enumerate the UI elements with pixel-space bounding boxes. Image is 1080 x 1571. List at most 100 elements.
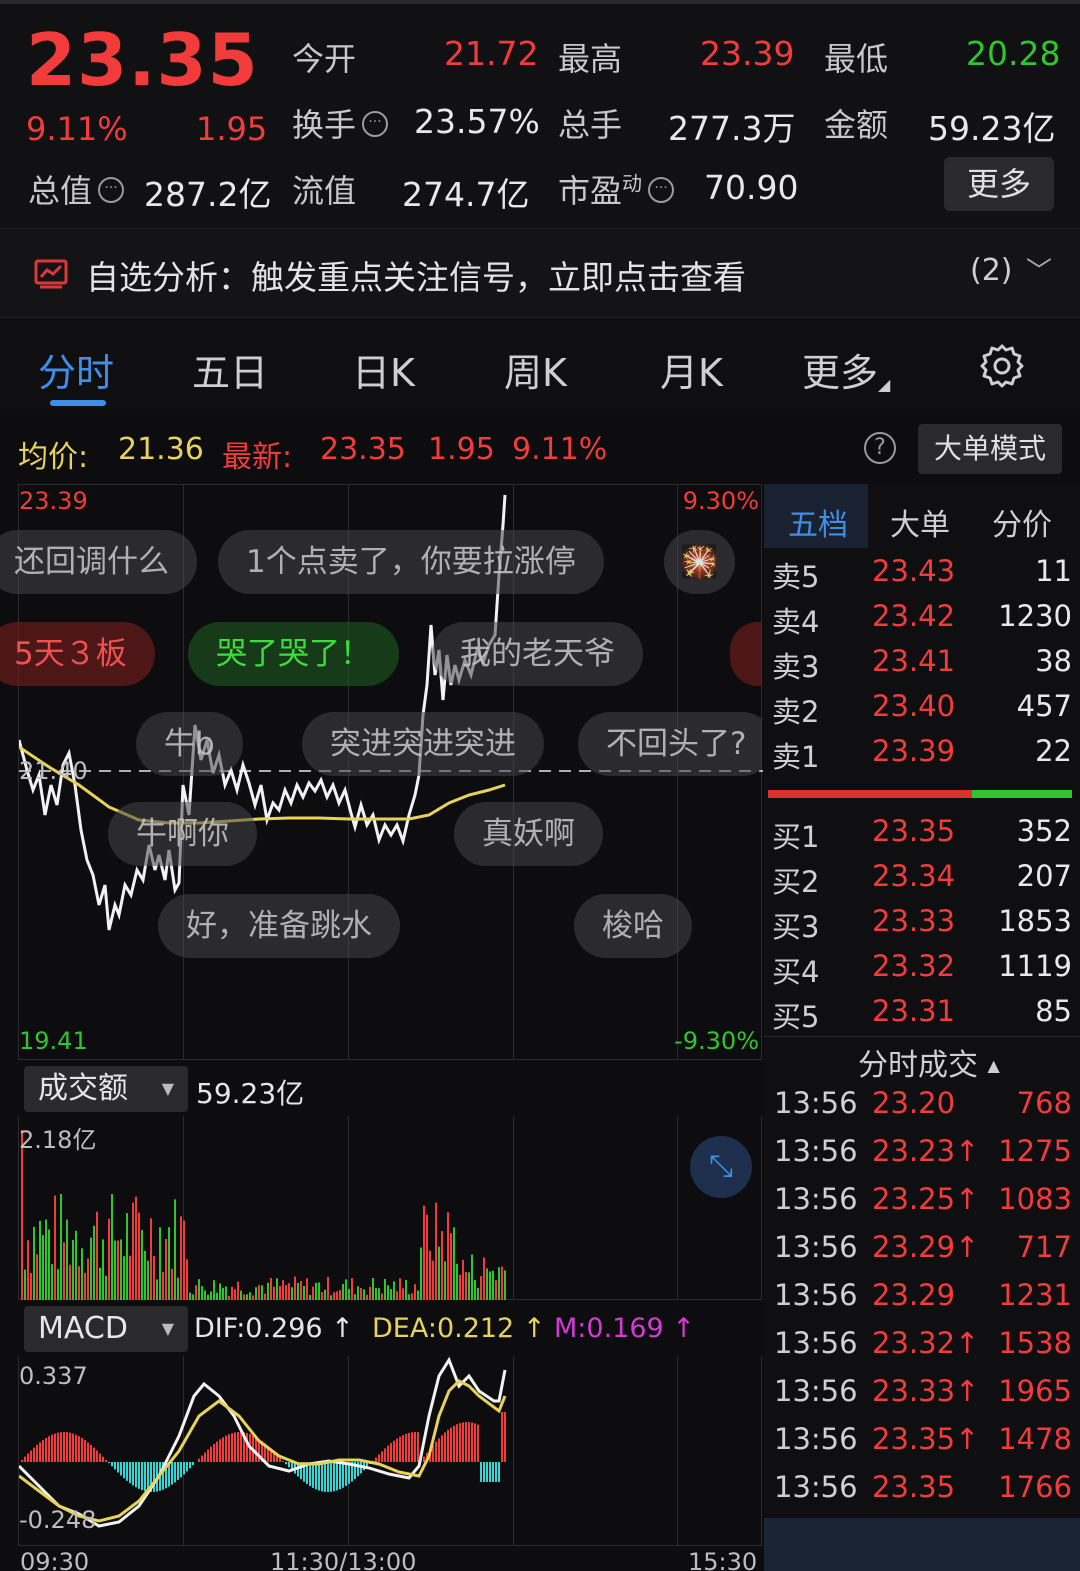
volume-bar: [447, 1212, 449, 1300]
macd-bar: [489, 1462, 491, 1482]
tab-more[interactable]: 更多◢: [802, 342, 890, 397]
tick-time: 13:56: [774, 1422, 858, 1456]
amount-label: 金额: [824, 106, 889, 144]
volume-bar: [165, 1238, 167, 1300]
volume-bar: [189, 1292, 191, 1300]
volume-bar: [294, 1276, 296, 1300]
bid-price: 23.32: [872, 949, 956, 983]
macd-bar: [288, 1462, 290, 1468]
volume-bar: [42, 1235, 44, 1300]
macd-bar: [75, 1434, 77, 1462]
macd-indicator-label: MACD: [38, 1311, 128, 1346]
volume-bar: [129, 1255, 131, 1300]
volume-bar: [159, 1227, 161, 1300]
tick-time: 13:56: [774, 1374, 858, 1408]
danmaku-bubble[interactable]: 不回头了?: [578, 712, 762, 776]
macd-bar: [444, 1432, 446, 1462]
volume-bar: [276, 1278, 278, 1300]
volume-bar: [366, 1294, 368, 1300]
bid-row-2: 买2 23.34 207: [764, 859, 1080, 904]
macd-bar: [36, 1444, 38, 1462]
danmaku-bubble[interactable]: [730, 622, 762, 686]
macd-chart[interactable]: 0.337 -0.248: [18, 1356, 762, 1546]
big-order-mode-button[interactable]: 大单模式: [918, 424, 1062, 474]
danmaku-bubble[interactable]: 还回调什么: [0, 530, 197, 594]
tick-volume: 1275: [998, 1134, 1072, 1168]
volume-indicator-select[interactable]: 成交额 ▼: [24, 1066, 188, 1112]
volume-bar: [504, 1270, 506, 1300]
tick-volume: 768: [1016, 1086, 1072, 1120]
tab-price-distribution[interactable]: 分价: [992, 500, 1052, 544]
macd-bar: [501, 1412, 503, 1462]
volume-bar: [180, 1216, 182, 1300]
caret-down-icon: ▼: [161, 1079, 174, 1098]
ask-row-4: 卖4 23.42 1230: [764, 599, 1080, 644]
volume-bar: [36, 1254, 38, 1300]
tick-time: 13:56: [774, 1230, 858, 1264]
volume-bar: [357, 1286, 359, 1300]
tick-price: 23.33↑: [872, 1374, 980, 1408]
volume-chart[interactable]: 2.18亿: [18, 1116, 762, 1300]
macd-bar: [135, 1462, 137, 1488]
volume-bar: [141, 1230, 143, 1300]
tab-big-orders[interactable]: 大单: [890, 500, 950, 544]
macd-bar: [78, 1436, 80, 1462]
danmaku-bubble[interactable]: 真妖啊: [454, 802, 603, 866]
danmaku-bubble[interactable]: 1个点卖了，你要拉涨停: [218, 530, 604, 594]
ticks-title-label: 分时成交: [858, 1048, 978, 1083]
volume-bar: [210, 1291, 212, 1300]
ask-row-3: 卖3 23.41 38: [764, 644, 1080, 689]
danmaku-bubble[interactable]: 突进突进突进: [302, 712, 544, 776]
macd-bar: [345, 1462, 347, 1486]
volume-bar: [471, 1254, 473, 1300]
volume-bar: [243, 1294, 245, 1300]
expand-icon[interactable]: ⤡: [690, 1136, 752, 1198]
ask-row-2: 卖2 23.40 457: [764, 689, 1080, 734]
volume-bar: [123, 1256, 125, 1300]
macd-bar: [99, 1453, 101, 1462]
volume-bar: [87, 1258, 89, 1300]
macd-bar: [477, 1424, 479, 1462]
danmaku-bubble[interactable]: 我的老天爷: [432, 622, 643, 686]
tick-time: 13:56: [774, 1134, 858, 1168]
help-icon[interactable]: ?: [864, 432, 896, 464]
bid-volume: 1119: [998, 949, 1072, 983]
gear-icon[interactable]: [978, 342, 1026, 390]
tab-five-levels[interactable]: 五档: [788, 500, 848, 544]
bid-row-3: 买3 23.33 1853: [764, 904, 1080, 949]
danmaku-bubble[interactable]: 好，准备跳水: [158, 894, 400, 958]
more-button[interactable]: 更多: [944, 157, 1054, 211]
volume-bar: [228, 1295, 230, 1300]
macd-bar: [309, 1462, 311, 1487]
order-book-panel: 五档 大单 分价 卖5 23.43 11 卖4 23.42 1230 卖3 23.41 38…: [764, 484, 1080, 1571]
ask-volume: 38: [1035, 644, 1072, 678]
volume-bar: [204, 1290, 206, 1300]
macd-bar: [390, 1443, 392, 1462]
x-axis-midday-label: 11:30/13:00: [270, 1548, 417, 1571]
danmaku-bubble[interactable]: 牛b: [136, 712, 243, 776]
volume-bar: [414, 1284, 416, 1300]
macd-bar: [468, 1422, 470, 1462]
volume-bar: [390, 1289, 392, 1300]
tick-row: 13:56 23.29↑ 717: [764, 1230, 1080, 1278]
volume-bar: [384, 1278, 386, 1300]
macd-bar: [342, 1462, 344, 1488]
macd-bar: [201, 1455, 203, 1462]
danmaku-bubble[interactable]: 5天３板: [0, 622, 155, 686]
danmaku-bubble[interactable]: 哭了哭了！: [188, 622, 399, 686]
volume-bar: [144, 1250, 146, 1300]
danmaku-bubble[interactable]: 牛啊你: [108, 802, 257, 866]
ticks-title[interactable]: 分时成交 ▲: [858, 1040, 1000, 1084]
ask-label: 卖1: [772, 740, 820, 774]
caret-down-icon: ▼: [161, 1319, 174, 1338]
volume-bar: [54, 1195, 56, 1300]
danmaku-bubble[interactable]: 🎇: [664, 530, 735, 594]
macd-bar: [66, 1432, 68, 1462]
macd-bar: [27, 1453, 29, 1462]
bid-label: 买1: [772, 820, 820, 854]
macd-indicator-select[interactable]: MACD ▼: [24, 1306, 188, 1352]
danmaku-bubble[interactable]: 梭哈: [574, 894, 692, 958]
amount-value: 59.23亿: [928, 109, 1056, 148]
volume-bar: [459, 1274, 461, 1300]
macd-dif: DIF:0.296 ↑: [194, 1313, 354, 1344]
